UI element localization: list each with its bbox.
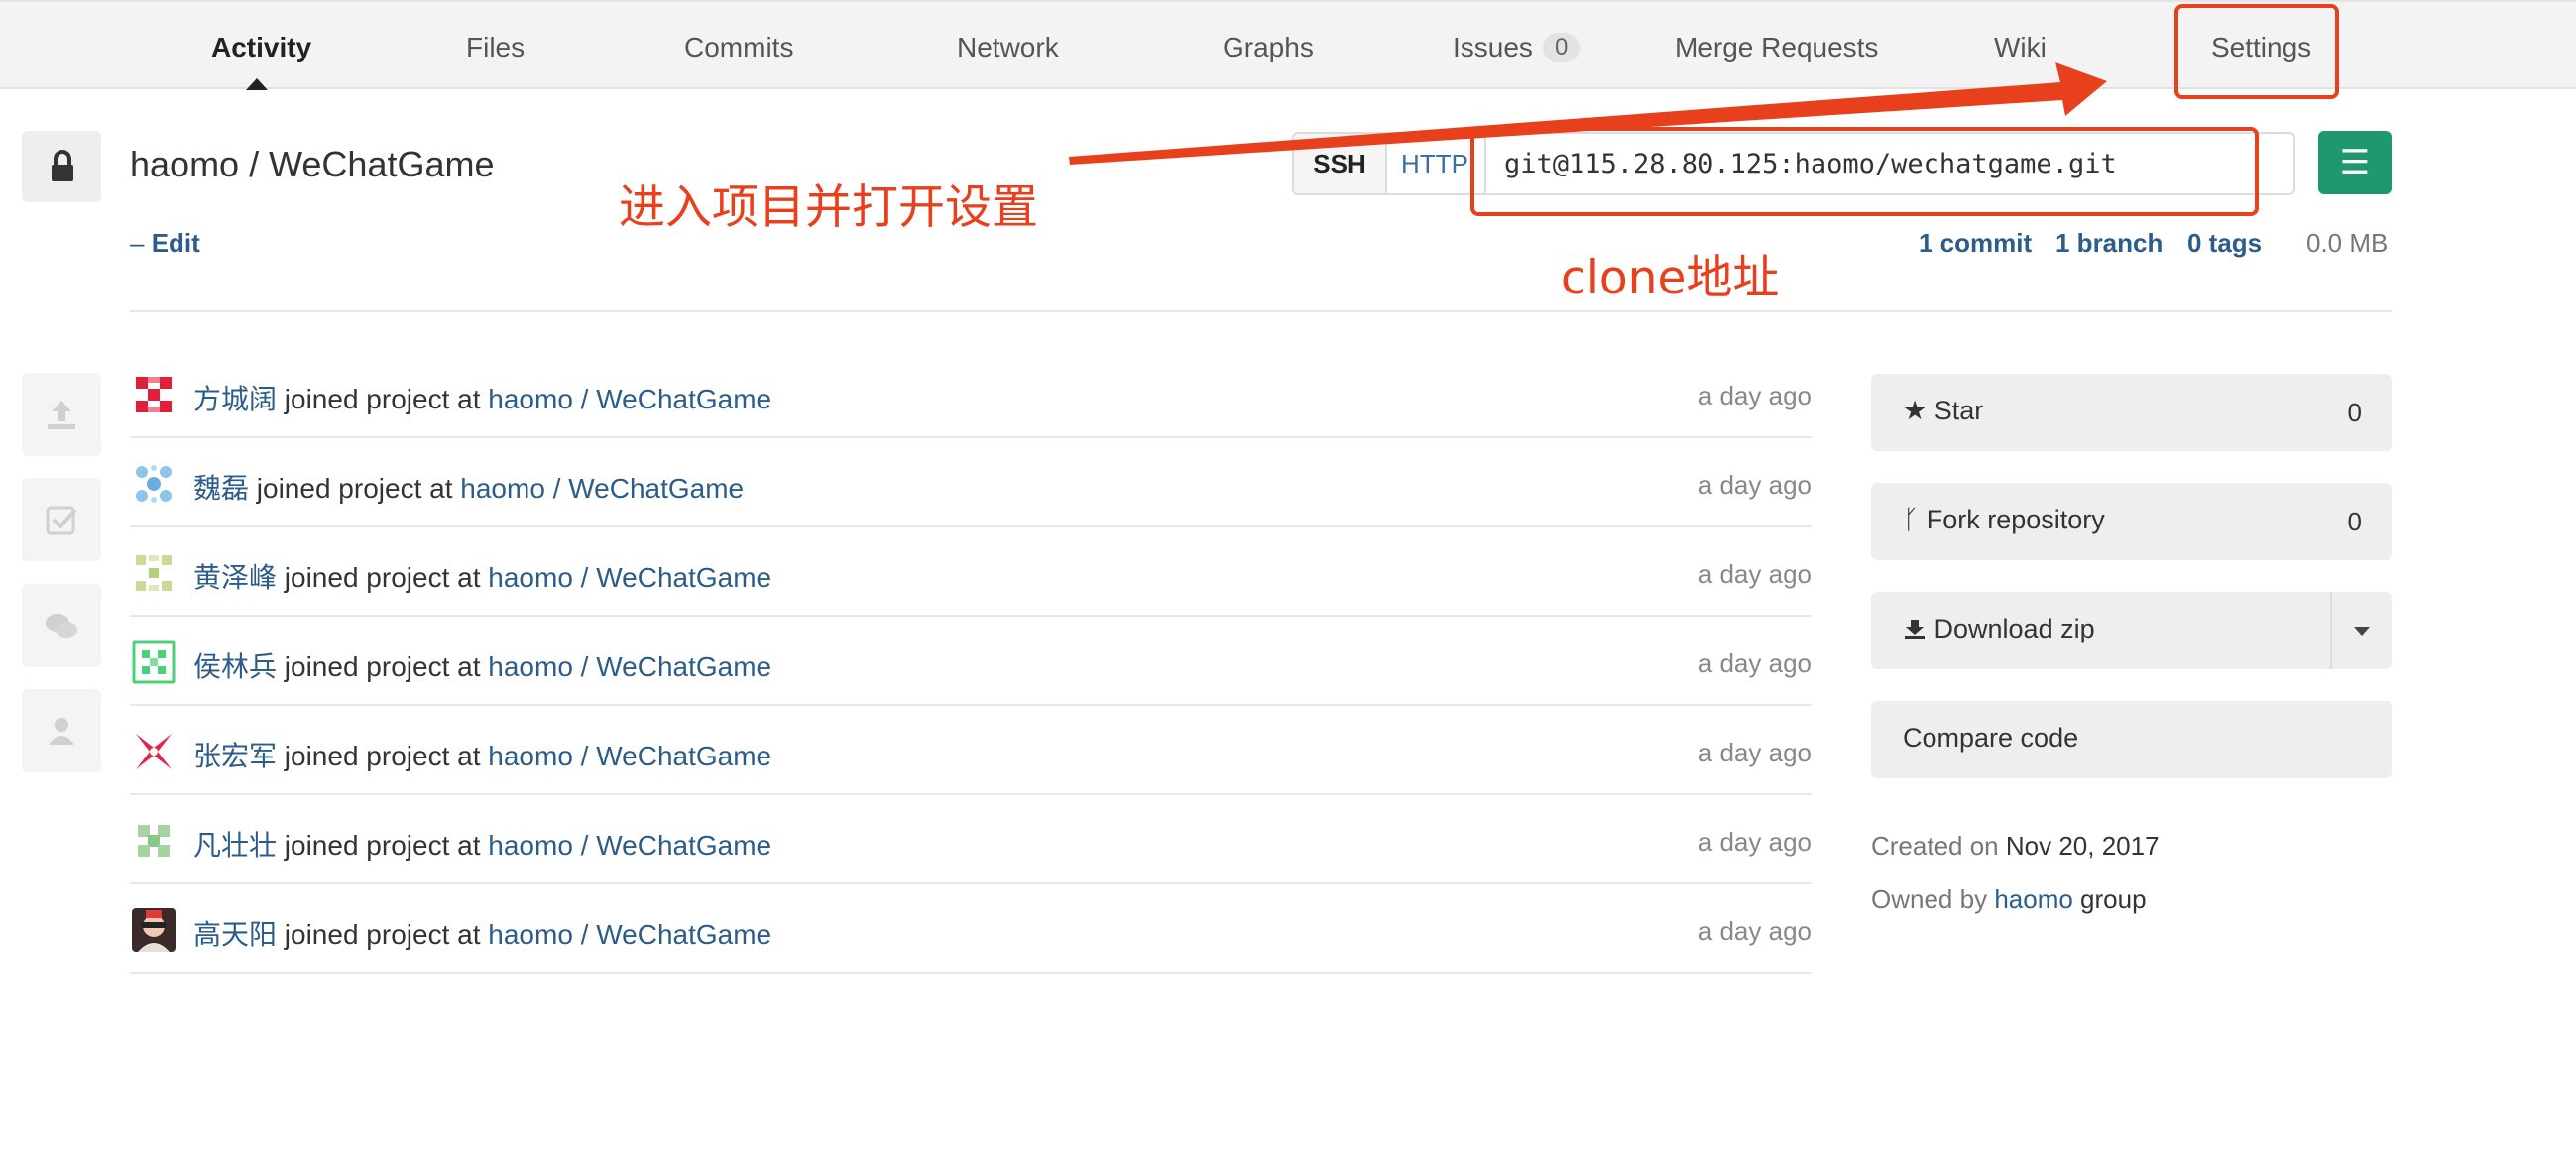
annotation-arrow bbox=[1069, 62, 2107, 165]
compare-code-button[interactable]: Compare code bbox=[1871, 701, 2392, 778]
user-avatar[interactable] bbox=[132, 640, 176, 684]
event-at: at bbox=[457, 830, 481, 861]
event-project-link[interactable]: haomo / WeChatGame bbox=[488, 830, 771, 861]
created-prefix: Created on bbox=[1871, 831, 1999, 861]
download-options-toggle[interactable] bbox=[2330, 592, 2392, 669]
user-avatar[interactable] bbox=[132, 551, 176, 595]
event-project-link[interactable]: haomo / WeChatGame bbox=[488, 384, 771, 414]
event-row: 凡壮壮 joined project at haomo / WeChatGame… bbox=[130, 795, 1812, 884]
event-project-link[interactable]: haomo / WeChatGame bbox=[460, 473, 744, 504]
event-time: a day ago bbox=[1698, 648, 1812, 678]
event-project-link[interactable]: haomo / WeChatGame bbox=[488, 741, 771, 771]
fork-icon: ᚴ bbox=[1903, 505, 1920, 534]
event-user-link[interactable]: 张宏军 bbox=[193, 741, 277, 771]
star-button[interactable]: ★ Star 0 bbox=[1871, 374, 2392, 451]
download-icon bbox=[1905, 620, 1925, 639]
fork-label: ᚴ Fork repository bbox=[1903, 505, 2105, 535]
user-avatar[interactable] bbox=[132, 462, 176, 506]
owned-by-info: Owned by haomo group bbox=[1871, 884, 2147, 915]
event-row: 黄泽峰 joined project at haomo / WeChatGame… bbox=[130, 527, 1812, 617]
user-avatar[interactable] bbox=[132, 908, 176, 952]
event-row: 魏磊 joined project at haomo / WeChatGame … bbox=[130, 438, 1812, 527]
sidebar-team[interactable] bbox=[22, 689, 101, 772]
event-text: 魏磊 joined project at haomo / WeChatGame bbox=[193, 467, 744, 507]
event-project-link[interactable]: haomo / WeChatGame bbox=[488, 919, 771, 950]
event-at: at bbox=[429, 473, 453, 504]
fork-button[interactable]: ᚴ Fork repository 0 bbox=[1871, 483, 2392, 560]
event-text: 黄泽峰 joined project at haomo / WeChatGame bbox=[193, 556, 771, 596]
event-action: joined project bbox=[284, 741, 450, 771]
event-at: at bbox=[457, 562, 481, 593]
event-row: 张宏军 joined project at haomo / WeChatGame… bbox=[130, 706, 1812, 795]
event-time: a day ago bbox=[1698, 381, 1812, 410]
event-time: a day ago bbox=[1698, 559, 1812, 589]
event-time: a day ago bbox=[1698, 916, 1812, 946]
event-row: 方城阔 joined project at haomo / WeChatGame… bbox=[130, 349, 1812, 438]
event-at: at bbox=[457, 651, 481, 682]
user-icon bbox=[49, 718, 74, 745]
chevron-down-icon bbox=[2354, 627, 2370, 636]
user-avatar[interactable] bbox=[132, 730, 176, 773]
event-action: joined project bbox=[284, 562, 450, 593]
fork-count: 0 bbox=[2347, 507, 2362, 536]
event-user-link[interactable]: 黄泽峰 bbox=[193, 562, 277, 593]
sidebar-comments[interactable] bbox=[22, 584, 101, 667]
event-project-link[interactable]: haomo / WeChatGame bbox=[488, 651, 771, 682]
created-on-info: Created on Nov 20, 2017 bbox=[1871, 831, 2160, 862]
event-text: 高天阳 joined project at haomo / WeChatGame bbox=[193, 913, 771, 953]
event-at: at bbox=[457, 741, 481, 771]
sidebar-push-events[interactable] bbox=[22, 373, 101, 456]
check-square-icon bbox=[46, 506, 77, 535]
event-user-link[interactable]: 高天阳 bbox=[193, 919, 277, 950]
event-row: 侯林兵 joined project at haomo / WeChatGame… bbox=[130, 617, 1812, 706]
event-text: 张宏军 joined project at haomo / WeChatGame bbox=[193, 735, 771, 774]
event-time: a day ago bbox=[1698, 738, 1812, 767]
sidebar-merge-events[interactable] bbox=[22, 478, 101, 561]
owned-prefix: Owned by bbox=[1871, 884, 1988, 914]
event-action: joined project bbox=[256, 473, 422, 504]
owner-link[interactable]: haomo bbox=[1994, 884, 2073, 914]
comments-icon bbox=[46, 614, 77, 638]
fork-label-text: Fork repository bbox=[1926, 505, 2105, 534]
event-text: 凡壮壮 joined project at haomo / WeChatGame bbox=[193, 824, 771, 864]
event-text: 侯林兵 joined project at haomo / WeChatGame bbox=[193, 645, 771, 685]
user-avatar[interactable] bbox=[132, 819, 176, 863]
event-project-link[interactable]: haomo / WeChatGame bbox=[488, 562, 771, 593]
upload-icon bbox=[48, 401, 75, 429]
event-user-link[interactable]: 侯林兵 bbox=[193, 651, 277, 682]
star-icon: ★ bbox=[1903, 396, 1928, 425]
event-row: 高天阳 joined project at haomo / WeChatGame… bbox=[130, 884, 1812, 974]
star-count: 0 bbox=[2347, 398, 2362, 427]
event-action: joined project bbox=[284, 651, 450, 682]
event-time: a day ago bbox=[1698, 470, 1812, 500]
event-text: 方城阔 joined project at haomo / WeChatGame bbox=[193, 378, 771, 417]
event-user-link[interactable]: 方城阔 bbox=[193, 384, 277, 414]
event-action: joined project bbox=[284, 919, 450, 950]
event-user-link[interactable]: 凡壮壮 bbox=[193, 830, 277, 861]
event-at: at bbox=[457, 919, 481, 950]
event-at: at bbox=[457, 384, 481, 414]
open-settings-annotation: 进入项目并打开设置 bbox=[619, 180, 1038, 235]
star-label: ★ Star bbox=[1903, 396, 1983, 426]
event-user-link[interactable]: 魏磊 bbox=[193, 473, 249, 504]
download-zip-button[interactable]: Download zip bbox=[1871, 592, 2392, 669]
event-time: a day ago bbox=[1698, 827, 1812, 857]
download-label: Download zip bbox=[1903, 614, 2095, 644]
event-action: joined project bbox=[284, 830, 450, 861]
compare-label: Compare code bbox=[1903, 723, 2079, 753]
created-date: Nov 20, 2017 bbox=[2005, 831, 2160, 861]
owned-suffix: group bbox=[2080, 884, 2147, 914]
user-avatar[interactable] bbox=[132, 373, 176, 416]
star-label-text: Star bbox=[1933, 396, 1984, 425]
download-label-text: Download zip bbox=[1933, 614, 2095, 643]
clone-address-annotation: clone地址 bbox=[1561, 251, 1780, 305]
event-action: joined project bbox=[284, 384, 450, 414]
